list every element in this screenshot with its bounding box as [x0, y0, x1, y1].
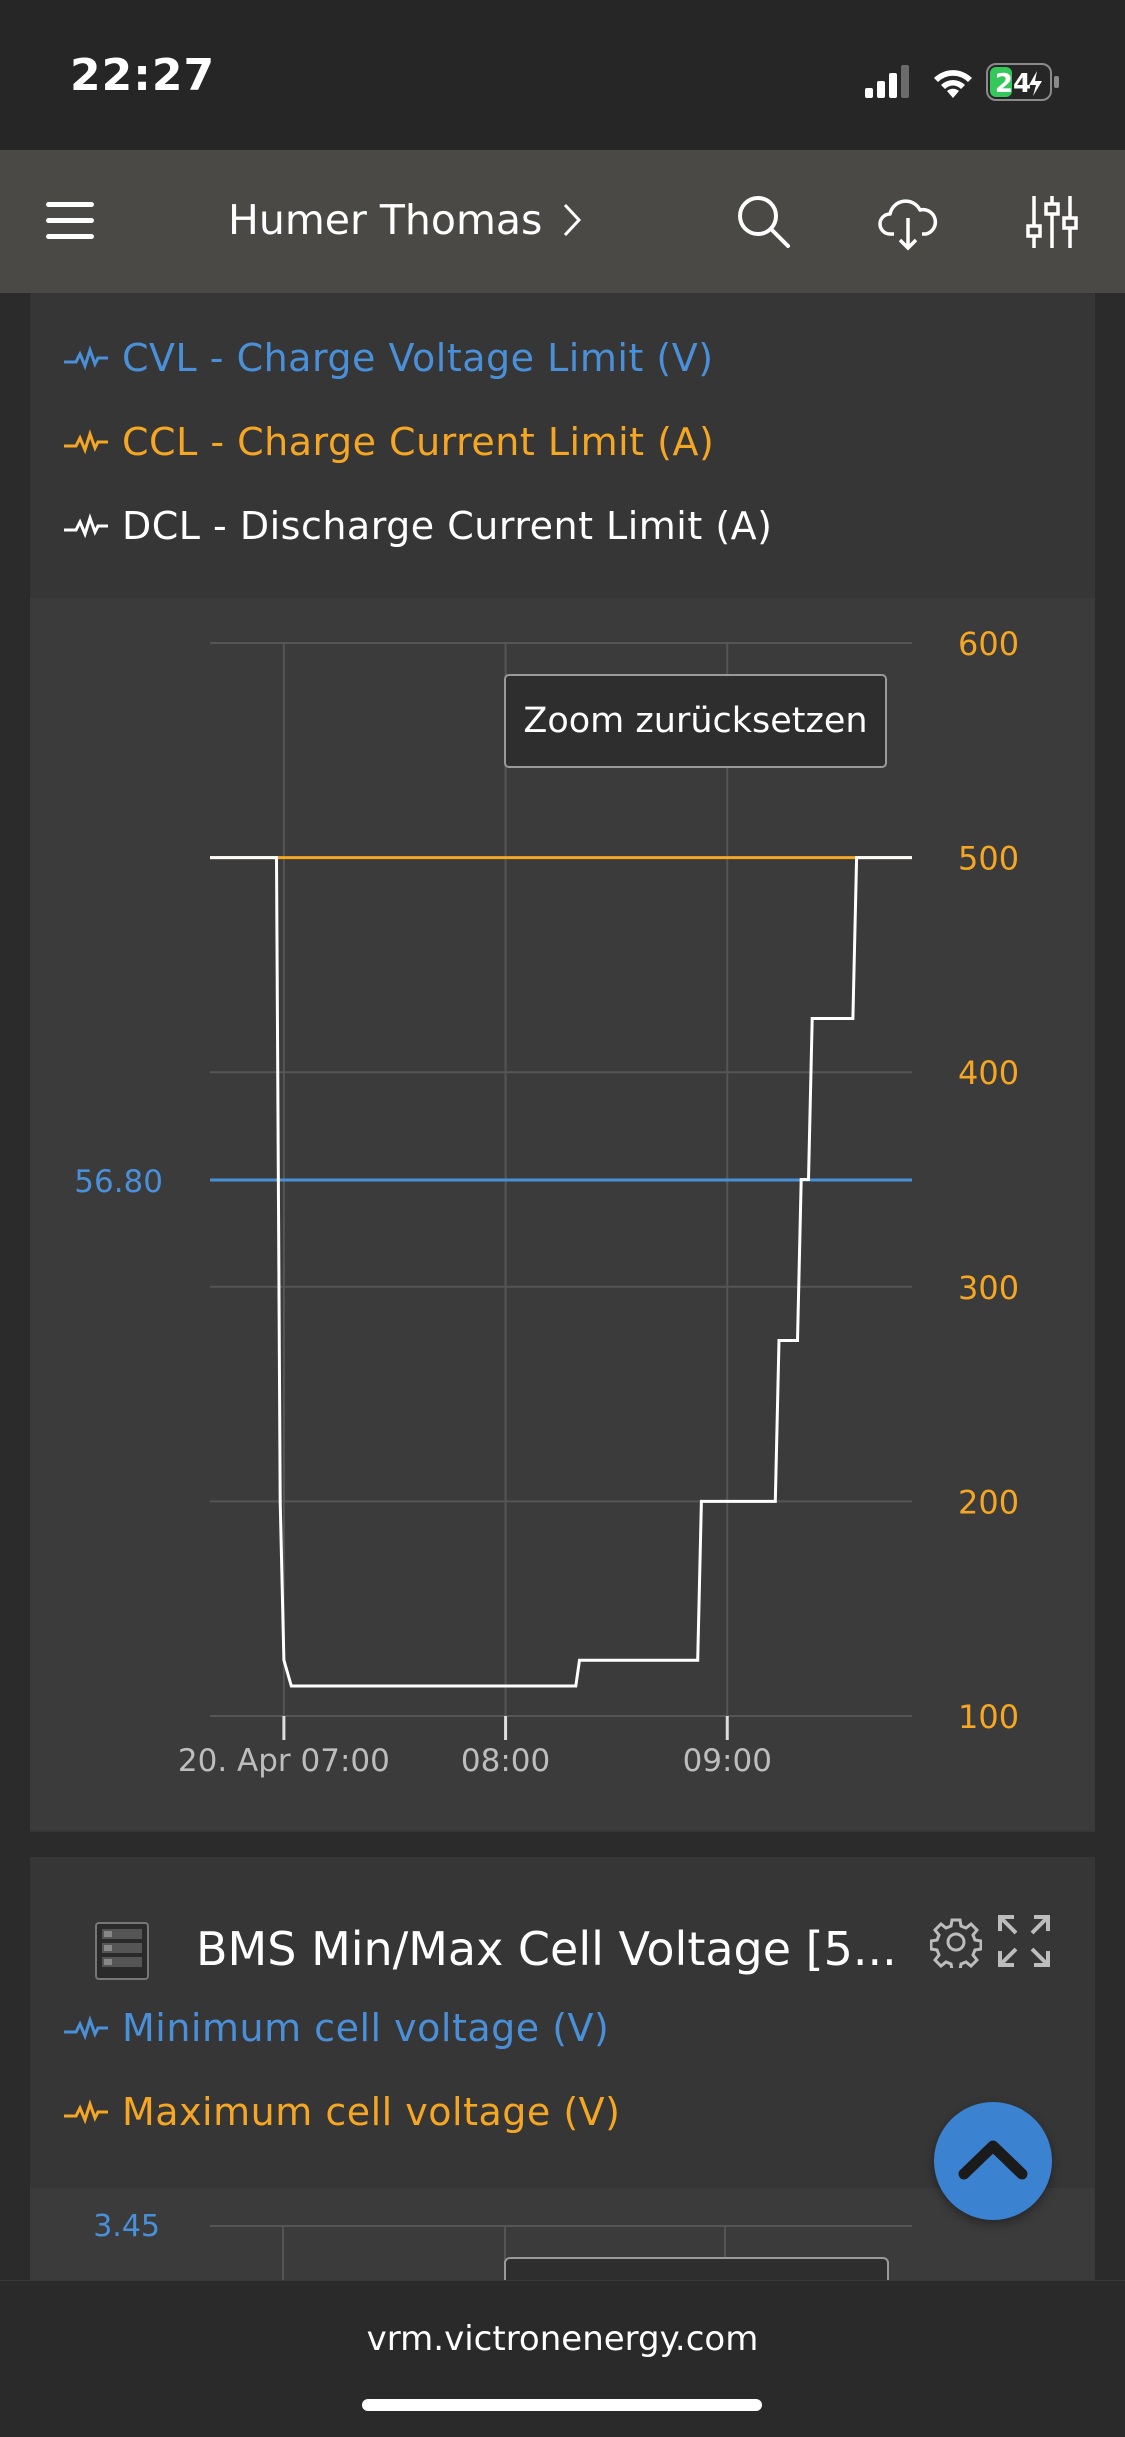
- status-indicators-icon: 24: [865, 63, 1059, 101]
- series-line-dcl: [210, 856, 912, 1688]
- home-indicator[interactable]: [362, 2399, 762, 2411]
- legend-item-max-cell[interactable]: Maximum cell voltage (V): [62, 2090, 621, 2134]
- y-tick-label: 3.45: [93, 2209, 160, 2244]
- series-line-icon: [64, 2015, 108, 2041]
- y-tick-label-right: 100: [958, 1698, 1019, 1736]
- svg-text:24: 24: [995, 69, 1031, 99]
- charge-limits-chart[interactable]: 100 200 300 400 500 600 20. Apr 07:00 08:00 09:0…: [0, 293, 1125, 1833]
- chart-card-title: BMS Min/Max Cell Voltage [5...: [196, 1922, 897, 1976]
- y-tick-label-right: 500: [958, 840, 1019, 878]
- url-text[interactable]: vrm.victronenergy.com: [0, 2319, 1125, 2359]
- gear-icon[interactable]: [930, 1916, 982, 1968]
- expand-icon[interactable]: [996, 1913, 1052, 1969]
- signal-icon: [865, 65, 909, 98]
- app-header: Humer Thomas: [0, 150, 1125, 293]
- legend-label: Maximum cell voltage (V): [122, 2090, 621, 2134]
- x-tick-label: 20. Apr 07:00: [178, 1743, 390, 1779]
- series-line-icon: [64, 2099, 108, 2125]
- legend-label: Minimum cell voltage (V): [122, 2006, 610, 2050]
- y-tick-label-right: 300: [958, 1269, 1019, 1307]
- x-tick-label: 09:00: [683, 1743, 772, 1779]
- status-time: 22:27: [70, 50, 216, 101]
- y-tick-label-right: 200: [958, 1483, 1019, 1521]
- zoom-reset-button-2: [504, 2257, 889, 2280]
- zoom-reset-button[interactable]: Zoom zurücksetzen: [504, 674, 887, 768]
- wifi-icon: [934, 70, 972, 98]
- account-switcher[interactable]: Humer Thomas: [228, 196, 582, 244]
- scroll-to-top-button[interactable]: [934, 2102, 1052, 2220]
- sliders-icon[interactable]: [1020, 190, 1084, 254]
- battery-device-icon: [95, 1922, 149, 1980]
- y-tick-label-left: 56.80: [74, 1164, 163, 1200]
- search-icon[interactable]: [732, 190, 796, 254]
- chevron-right-icon: [564, 203, 582, 237]
- status-bar: 22:27 24: [0, 0, 1125, 150]
- cloud-download-icon[interactable]: [876, 190, 940, 254]
- account-name: Humer Thomas: [228, 196, 543, 244]
- battery-icon: 24: [986, 63, 1059, 101]
- y-tick-label-right: 400: [958, 1054, 1019, 1092]
- status-icons: 24: [865, 60, 1085, 104]
- x-tick-label: 08:00: [461, 1743, 550, 1779]
- menu-icon[interactable]: [46, 202, 94, 240]
- browser-address-bar[interactable]: vrm.victronenergy.com: [0, 2280, 1125, 2437]
- legend-item-min-cell[interactable]: Minimum cell voltage (V): [62, 2006, 609, 2050]
- y-tick-label-right: 600: [958, 625, 1019, 663]
- chevron-up-icon: [958, 2140, 1028, 2180]
- dashboard-content[interactable]: CVL - Charge Voltage Limit (V) CCL - Cha…: [0, 293, 1125, 2280]
